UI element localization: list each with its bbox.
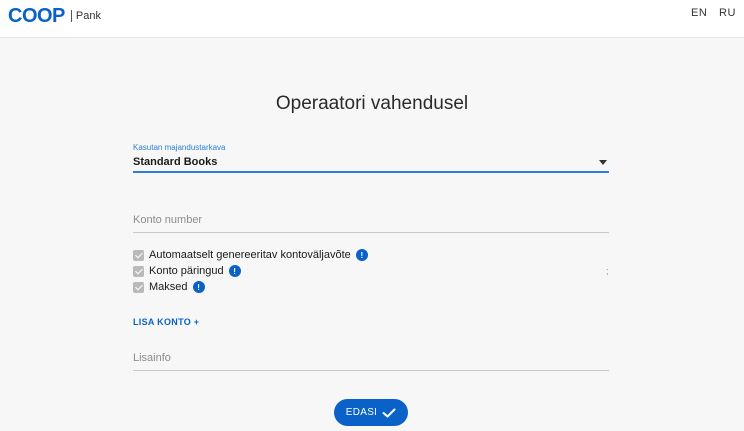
stray-character: ; [606,266,609,276]
dropdown-arrow-icon[interactable] [599,160,607,165]
auto-statement-checkbox[interactable] [133,249,144,261]
next-button[interactable]: EDASI [334,399,408,426]
language-en-link[interactable]: EN [691,7,707,19]
next-button-label: EDASI [345,407,378,418]
checkbox-row-account-queries[interactable]: Konto päringud ! [133,264,241,278]
software-select[interactable]: Kasutan majandustarkava Standard Books [133,143,609,173]
logo-subtitle: Pank [75,10,101,22]
software-select-value[interactable]: Standard Books [133,155,609,173]
info-icon[interactable]: ! [228,265,241,277]
auto-statement-label: Automaatselt genereeritav kontoväljavõte [149,249,351,261]
logo-divider [70,10,72,22]
checkbox-row-auto-statement[interactable]: Automaatselt genereeritav kontoväljavõte… [133,248,368,262]
account-number-input[interactable]: Konto number [133,211,609,233]
payments-checkbox[interactable] [133,281,144,293]
checkbox-row-payments[interactable]: Maksed ! [133,280,205,294]
account-number-placeholder: Konto number [133,214,203,226]
software-select-text: Standard Books [133,156,218,168]
coop-pank-logo[interactable]: COOP Pank [8,4,101,27]
info-icon[interactable]: ! [192,281,205,293]
software-select-label: Kasutan majandustarkava [133,143,226,152]
add-account-link[interactable]: LISA KONTO + [133,317,199,327]
payments-label: Maksed [149,281,188,293]
extra-info-input[interactable]: Lisainfo [133,349,609,371]
account-queries-label: Konto päringud [149,265,224,277]
extra-info-placeholder: Lisainfo [133,352,171,364]
language-ru-link[interactable]: RU [719,7,736,19]
page-title: Operaatori vahendusel [275,93,469,114]
top-bar: COOP Pank EN RU [0,0,744,38]
info-icon[interactable]: ! [355,249,368,261]
logo-wordmark: COOP [8,4,65,27]
account-queries-checkbox[interactable] [133,265,144,277]
checkmark-icon [382,408,396,417]
